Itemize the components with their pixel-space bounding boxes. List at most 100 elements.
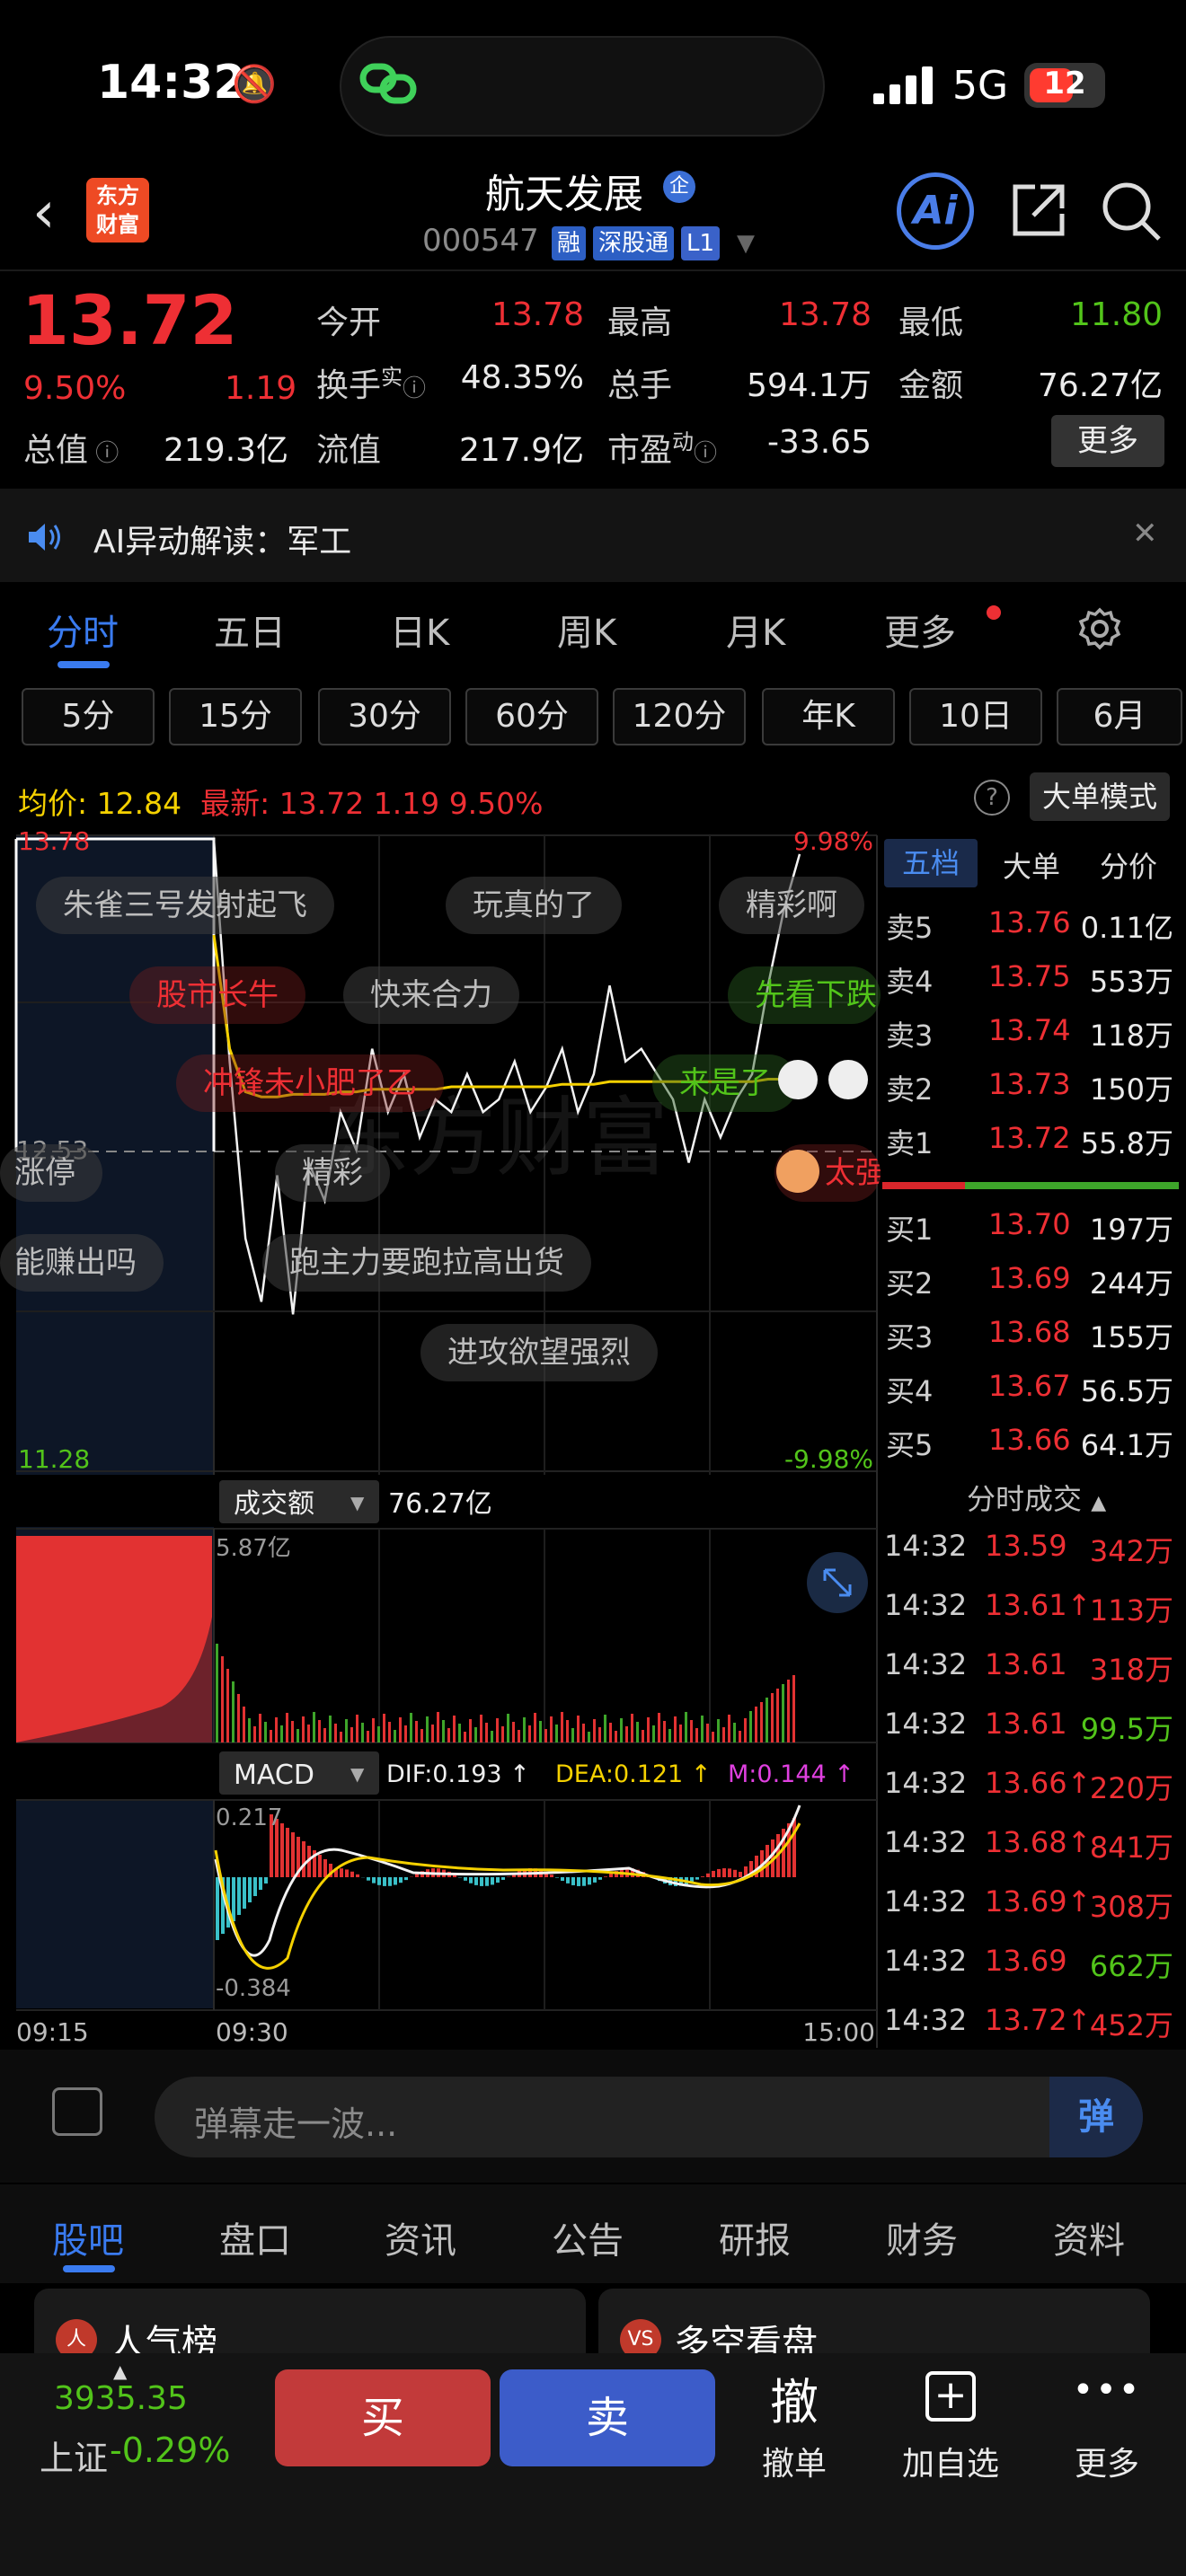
period-120min[interactable]: 120分 — [613, 688, 746, 745]
volume-bar — [253, 1726, 256, 1742]
macd-bar — [404, 1877, 408, 1881]
danmu-bubble[interactable]: 股市长牛 — [129, 966, 305, 1024]
caret-down-icon[interactable]: ▼ — [350, 1763, 365, 1785]
volume-bar — [776, 1689, 779, 1742]
caret-down-icon[interactable]: ▼ — [737, 230, 755, 257]
macd-bar — [491, 1877, 494, 1885]
danmu-bubble[interactable]: 冲锋未小肥了乙 — [176, 1054, 444, 1112]
connect-tag: 深股通 — [593, 226, 675, 260]
more-label[interactable]: 更多 — [1062, 2438, 1152, 2484]
tab-news[interactable]: 资讯 — [385, 2211, 456, 2263]
period-6month[interactable]: 6月 — [1057, 688, 1182, 745]
macd-bar — [571, 1877, 575, 1885]
tab-financials[interactable]: 财务 — [886, 2211, 958, 2263]
orderbook-tab-price-dist[interactable]: 分价 — [1100, 844, 1157, 886]
tab-profile[interactable]: 资料 — [1053, 2211, 1125, 2263]
tab-more[interactable]: 更多 — [884, 604, 956, 656]
big-order-mode-button[interactable]: 大单模式 — [1030, 772, 1170, 821]
period-yearly-k[interactable]: 年K — [762, 688, 895, 745]
close-icon[interactable]: ✕ — [1132, 516, 1158, 551]
tab-monthly-k[interactable]: 月K — [726, 604, 785, 656]
macd-selector[interactable]: MACD — [234, 1760, 314, 1791]
volume-bar — [615, 1731, 617, 1742]
index-percent[interactable]: -0.29% — [110, 2430, 230, 2470]
danmu-bubble[interactable]: 涨停 — [0, 1144, 102, 1202]
volume-bar — [491, 1731, 493, 1742]
buy-button[interactable]: 买 — [275, 2369, 491, 2466]
orderbook-tab-big-orders[interactable]: 大单 — [1003, 844, 1060, 886]
index-name[interactable]: 上证 — [40, 2430, 108, 2480]
more-quote-button[interactable]: 更多 — [1051, 415, 1164, 467]
macd-bar — [577, 1877, 580, 1886]
danmu-input-placeholder[interactable]: 弹幕走一波... — [194, 2096, 397, 2146]
caret-down-icon[interactable]: ▼ — [350, 1492, 365, 1513]
orderbook-tab-five-level[interactable]: 五档 — [884, 839, 978, 887]
comment-settings-icon[interactable] — [52, 2087, 102, 2136]
market-cap-label: 总值 ⓘ — [23, 432, 119, 469]
margin-tag: 融 — [552, 226, 587, 260]
volume-bar — [625, 1726, 628, 1742]
tab-research[interactable]: 研报 — [719, 2211, 791, 2263]
share-icon[interactable] — [1008, 180, 1069, 241]
cancel-order-label[interactable]: 撤单 — [749, 2438, 839, 2484]
danmu-bubble[interactable]: 跑主力要跑拉高出货 — [262, 1234, 591, 1292]
add-watchlist-icon[interactable]: + — [925, 2371, 976, 2422]
volume-bar — [361, 1723, 364, 1742]
tab-five-day[interactable]: 五日 — [214, 604, 286, 656]
tick-list-title[interactable]: 分时成交 ▲ — [967, 1477, 1106, 1518]
volume-bar — [237, 1694, 240, 1742]
period-5min[interactable]: 5分 — [22, 688, 155, 745]
danmu-bubble[interactable]: 精彩啊 — [719, 877, 864, 934]
macd-bar — [248, 1877, 252, 1902]
search-icon[interactable] — [1100, 180, 1163, 243]
y-label-top-pct: 9.98% — [793, 826, 873, 856]
period-10day[interactable]: 10日 — [909, 688, 1042, 745]
ai-button[interactable]: Ai — [897, 172, 974, 250]
volume-selector[interactable]: 成交额 — [234, 1488, 314, 1520]
tab-intraday[interactable]: 分时 — [47, 604, 119, 656]
tab-weekly-k[interactable]: 周K — [557, 604, 616, 656]
add-watchlist-label[interactable]: 加自选 — [897, 2438, 1005, 2484]
danmu-toggle-button[interactable]: 弹 — [1049, 2077, 1143, 2157]
tab-announcements[interactable]: 公告 — [552, 2211, 624, 2263]
ask-row: 卖4 13.75 553万 — [886, 959, 1173, 999]
back-chevron-icon[interactable]: ‹ — [32, 180, 56, 246]
danmu-bubble[interactable]: 能赚出吗 — [0, 1234, 164, 1292]
cancel-order-icon[interactable]: 撤 — [758, 2362, 830, 2433]
caret-up-icon: ▲ — [1091, 1492, 1107, 1514]
volume-bar — [642, 1730, 644, 1742]
macd-bar — [588, 1877, 591, 1885]
volume-bar — [313, 1712, 315, 1742]
danmu-bubble[interactable]: 快来合力 — [343, 966, 519, 1024]
y-label-top: 13.78 — [18, 826, 90, 856]
ask-row: 卖1 13.72 55.8万 — [886, 1121, 1173, 1160]
index-value[interactable]: 3935.35 — [54, 2380, 188, 2417]
expand-icon[interactable] — [807, 1552, 868, 1613]
danmu-bubble[interactable]: 进攻欲望强烈 — [420, 1324, 658, 1381]
tab-market-depth[interactable]: 盘口 — [219, 2211, 291, 2263]
help-icon[interactable]: ? — [974, 780, 1010, 816]
tab-forum[interactable]: 股吧 — [52, 2211, 124, 2263]
period-30min[interactable]: 30分 — [318, 688, 451, 745]
danmu-bubble[interactable]: 玩真的了 — [446, 877, 622, 934]
period-60min[interactable]: 60分 — [465, 688, 598, 745]
danmu-bubble[interactable]: 精彩 — [275, 1144, 390, 1202]
tab-daily-k[interactable]: 日K — [390, 604, 449, 656]
volume-bar — [620, 1718, 623, 1742]
more-icon[interactable]: ••• — [1071, 2369, 1143, 2411]
period-15min[interactable]: 15分 — [169, 688, 302, 745]
macd-bar — [259, 1877, 262, 1890]
gear-icon[interactable] — [1078, 607, 1121, 650]
danmu-bubble[interactable]: 朱雀三号发射起飞 — [36, 877, 334, 934]
enterprise-badge: 企 — [663, 171, 695, 203]
volume-bar — [474, 1727, 477, 1742]
quote-value-amount: 76.27亿 — [1037, 367, 1163, 404]
volume-bar — [744, 1718, 747, 1742]
bid-row: 买1 13.70 197万 — [886, 1207, 1173, 1247]
macd-bar — [722, 1868, 726, 1877]
volume-bar — [323, 1728, 326, 1742]
volume-bar — [550, 1716, 553, 1742]
danmu-bubble[interactable]: 来是了 — [652, 1054, 798, 1112]
sell-button[interactable]: 卖 — [500, 2369, 715, 2466]
danmu-bubble[interactable]: 先看下跌 — [728, 966, 881, 1024]
